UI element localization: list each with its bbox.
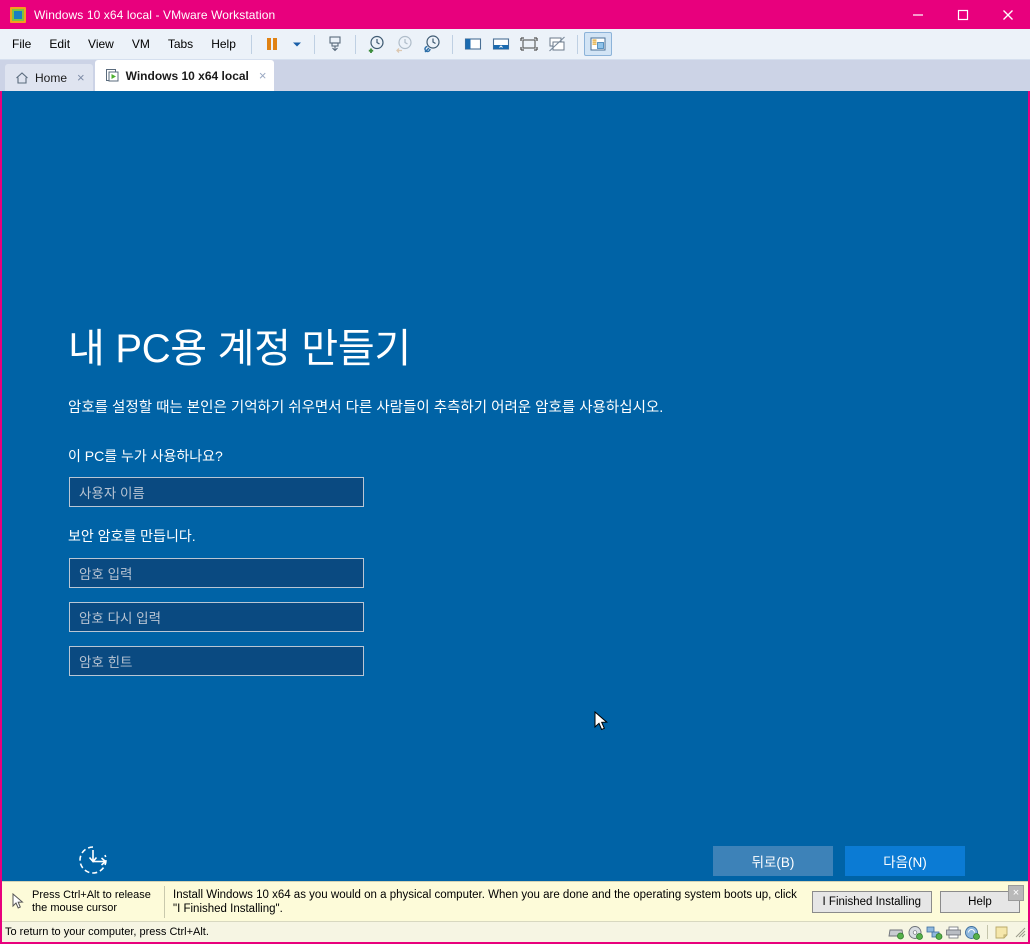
toolbar-separator [250,34,252,54]
menu-view[interactable]: View [79,34,123,54]
back-button[interactable]: 뒤로(B) [713,846,833,876]
network-adapter-icon[interactable] [926,925,943,940]
maximize-button[interactable] [940,0,985,29]
release-cursor-text: Press Ctrl+Alt to release the mouse curs… [32,888,151,914]
close-button[interactable] [985,0,1030,29]
password-label: 보안 암호를 만듭니다. [68,528,196,544]
page-title: 내 PC용 계정 만들기 [68,327,411,371]
cursor-release-icon [2,892,32,911]
windows-oobe-create-account-page: 내 PC용 계정 만들기 암호를 설정할 때는 본인은 기억하기 쉬우면서 다른… [2,91,1028,881]
show-thumbnails-icon[interactable] [583,32,612,56]
i-finished-installing-button[interactable]: I Finished Installing [811,890,932,913]
menu-vm[interactable]: VM [123,34,159,54]
install-hint-bar: Press Ctrl+Alt to release the mouse curs… [2,881,1028,921]
vmware-logo-icon [10,6,26,23]
next-button[interactable]: 다음(N) [845,846,965,876]
hint-divider [164,885,165,918]
tab-home-close-icon[interactable]: × [77,71,85,84]
manage-snapshots-icon[interactable] [321,32,349,56]
hard-disk-icon[interactable] [888,925,905,940]
status-message: To return to your computer, press Ctrl+A… [5,926,209,938]
status-separator [987,925,988,939]
cd-dvd-icon[interactable] [907,925,924,940]
page-subtitle: 암호를 설정할 때는 본인은 기억하기 쉬우면서 다른 사람들이 추측하기 어려… [68,400,664,416]
status-bar: To return to your computer, press Ctrl+A… [2,921,1028,942]
window-controls [895,0,1030,29]
toolbar-separator [451,34,453,54]
tab-home[interactable]: Home × [5,64,93,91]
tab-windows-10-x64-local[interactable]: Windows 10 x64 local × [94,60,275,91]
vmware-workstation-window: Windows 10 x64 local - VMware Workstatio… [0,0,1030,944]
toolbar-separator [354,34,356,54]
window-title: Windows 10 x64 local - VMware Workstatio… [34,7,276,22]
fullscreen-icon[interactable] [515,32,543,56]
chevron-down-icon[interactable] [286,32,308,56]
ease-of-access-icon[interactable] [76,843,110,880]
show-library-icon[interactable] [459,32,487,56]
menu-help[interactable]: Help [202,34,245,54]
hint-close-icon[interactable]: × [1008,885,1024,901]
console-view-icon[interactable] [487,32,515,56]
password-input[interactable]: 암호 입력 [69,558,364,588]
vm-console-screen[interactable]: 내 PC용 계정 만들기 암호를 설정할 때는 본인은 기억하기 쉬우면서 다른… [2,91,1028,881]
minimize-button[interactable] [895,0,940,29]
unity-mode-icon[interactable] [543,32,571,56]
tab-home-label: Home [35,70,68,85]
password-confirm-input[interactable]: 암호 다시 입력 [69,602,364,632]
username-label: 이 PC를 누가 사용하나요? [68,448,223,464]
menu-edit[interactable]: Edit [40,34,79,54]
username-input[interactable]: 사용자 이름 [69,477,364,507]
home-icon [15,71,29,85]
mouse-cursor-icon [594,710,610,736]
revert-snapshot-icon [390,32,418,56]
take-snapshot-icon[interactable] [362,32,390,56]
toolbar-separator [576,34,578,54]
tab-bar: Home × Windows 10 x64 local × [0,60,1030,91]
vm-tab-icon [105,68,120,83]
snapshot-manager-icon[interactable] [418,32,446,56]
tab-vm-close-icon[interactable]: × [259,69,267,82]
title-bar: Windows 10 x64 local - VMware Workstatio… [0,0,1030,29]
notes-icon[interactable] [994,925,1010,940]
printer-icon[interactable] [945,925,962,940]
resize-grip[interactable] [1014,925,1026,939]
password-hint-input[interactable]: 암호 힌트 [69,646,364,676]
menu-tabs[interactable]: Tabs [159,34,202,54]
tab-vm-label: Windows 10 x64 local [125,68,249,83]
toolbar-separator [313,34,315,54]
sound-card-icon[interactable] [964,925,981,940]
menu-file[interactable]: File [3,34,40,54]
install-instructions-text: Install Windows 10 x64 as you would on a… [173,888,797,915]
device-status-icons [888,925,1028,940]
menu-bar: File Edit View VM Tabs Help [0,29,1030,60]
suspend-icon[interactable] [258,32,286,56]
